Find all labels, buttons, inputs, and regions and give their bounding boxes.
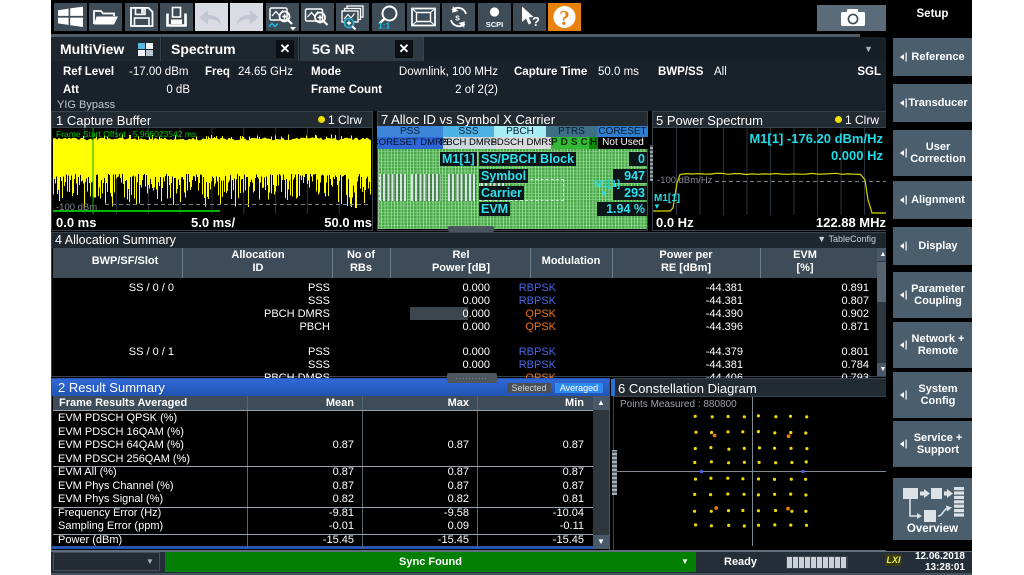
- svg-text:1:1: 1:1: [378, 21, 391, 31]
- svg-text:?: ?: [559, 6, 570, 30]
- svg-text:s: s: [455, 13, 460, 23]
- svg-text:?: ?: [532, 14, 540, 29]
- svg-text:SCPI: SCPI: [486, 20, 504, 29]
